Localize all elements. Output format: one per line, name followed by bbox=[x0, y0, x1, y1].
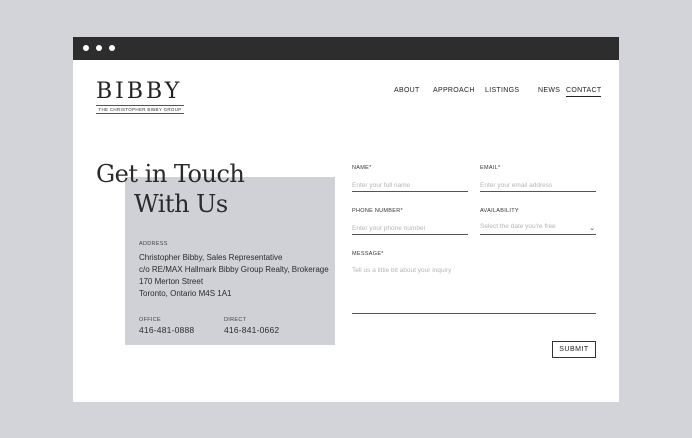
nav-contact[interactable]: CONTACT bbox=[566, 87, 602, 97]
address-line: Toronto, Ontario M4S 1A1 bbox=[139, 289, 232, 298]
phone-field[interactable] bbox=[352, 223, 468, 235]
address-label: ADDRESS bbox=[139, 241, 168, 247]
page-title-line-2: With Us bbox=[134, 190, 228, 218]
page-title-line-1: Get in Touch bbox=[96, 160, 245, 188]
name-label: NAME* bbox=[352, 165, 372, 171]
window-dot-icon[interactable] bbox=[109, 45, 115, 51]
email-field[interactable] bbox=[480, 180, 596, 192]
availability-label: AVAILABILITY bbox=[480, 208, 519, 214]
window-dot-icon[interactable] bbox=[83, 45, 89, 51]
nav-about[interactable]: ABOUT bbox=[394, 87, 420, 94]
brand-logo[interactable]: BIBBY THE CHRISTOPHER BIBBY GROUP bbox=[96, 81, 184, 114]
chevron-down-icon: ⌄ bbox=[589, 225, 595, 232]
office-phone-link[interactable]: 416-481-0888 bbox=[139, 325, 194, 335]
availability-placeholder: Select the date you're free bbox=[480, 223, 556, 230]
message-label: MESSAGE* bbox=[352, 251, 384, 257]
phone-label: PHONE NUMBER* bbox=[352, 208, 403, 214]
name-field[interactable] bbox=[352, 180, 468, 192]
nav-listings[interactable]: LISTINGS bbox=[485, 87, 519, 94]
window-titlebar bbox=[73, 37, 619, 60]
address-line: c/o RE/MAX Hallmark Bibby Group Realty, … bbox=[139, 265, 329, 274]
availability-select[interactable]: Select the date you're free ⌄ bbox=[480, 223, 596, 235]
nav-news[interactable]: NEWS bbox=[538, 87, 560, 94]
message-field[interactable] bbox=[352, 267, 596, 314]
browser-window: BIBBY THE CHRISTOPHER BIBBY GROUP ABOUT … bbox=[73, 37, 619, 402]
logo-tagline: THE CHRISTOPHER BIBBY GROUP bbox=[98, 107, 182, 112]
direct-label: DIRECT bbox=[224, 317, 247, 323]
email-label: EMAIL* bbox=[480, 165, 501, 171]
nav-approach[interactable]: APPROACH bbox=[433, 87, 475, 94]
logo-wordmark: BIBBY bbox=[96, 79, 183, 104]
address-line: 170 Merton Street bbox=[139, 277, 204, 286]
office-label: OFFICE bbox=[139, 317, 161, 323]
direct-phone-link[interactable]: 416-841-0662 bbox=[224, 325, 279, 335]
window-dot-icon[interactable] bbox=[96, 45, 102, 51]
logo-divider bbox=[96, 113, 184, 114]
logo-divider bbox=[96, 105, 184, 106]
address-line: Christopher Bibby, Sales Representative bbox=[139, 253, 283, 262]
submit-button[interactable]: SUBMIT bbox=[552, 341, 596, 358]
